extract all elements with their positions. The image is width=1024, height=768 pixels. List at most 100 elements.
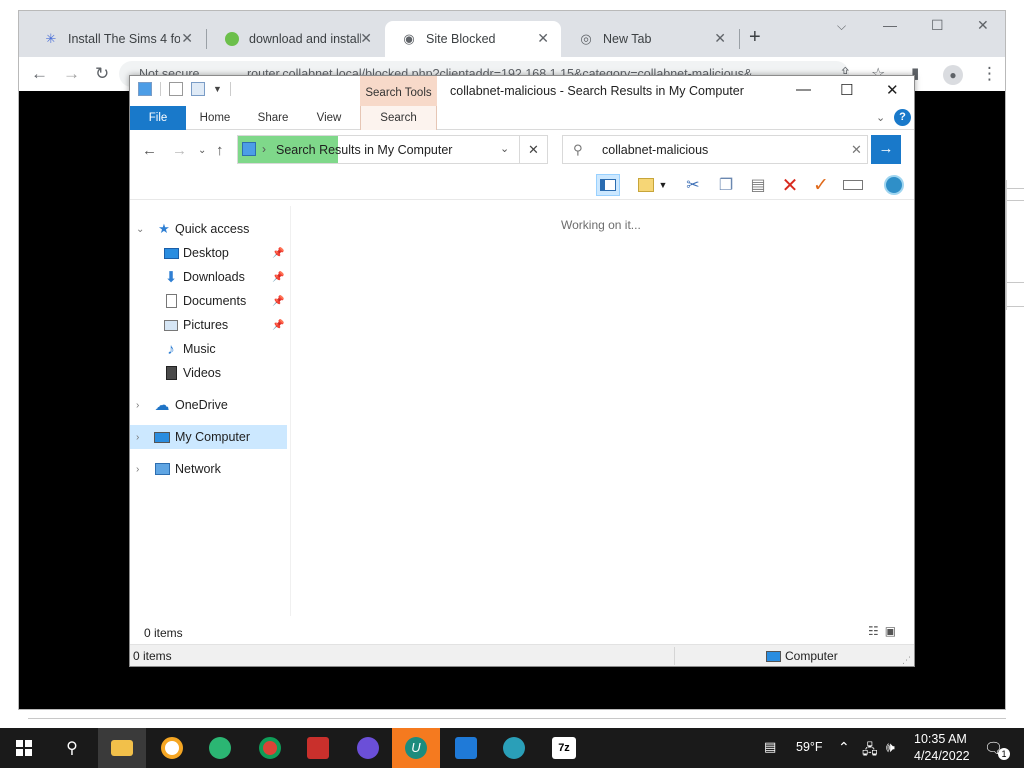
search-go-button[interactable]: → [871, 135, 901, 164]
nav-videos[interactable]: Videos [130, 361, 287, 385]
tab-search-icon[interactable]: ⌵ [837, 19, 846, 34]
rename-icon[interactable] [841, 174, 865, 196]
taskbar-defender[interactable] [442, 728, 490, 768]
network-tray-icon[interactable]: 🖧 [862, 739, 878, 763]
close-icon[interactable]: ✕ [360, 30, 372, 47]
nav-pictures[interactable]: Pictures 📌 [130, 313, 287, 337]
tab-download-install[interactable]: download and install ✕ [208, 21, 384, 57]
preview-pane-icon[interactable] [596, 174, 620, 196]
chevron-down-icon[interactable]: ▼ [656, 174, 670, 196]
chevron-right-icon[interactable]: › [136, 400, 139, 411]
tab-file[interactable]: File [130, 106, 186, 130]
resize-grip-icon[interactable]: ⋰ [902, 655, 911, 666]
clear-search-icon[interactable]: ✕ [851, 142, 862, 158]
chrome-icon: ◎ [580, 31, 592, 46]
tab-label: New Tab [603, 32, 652, 46]
new-tab-button[interactable]: + [749, 26, 761, 49]
up-arrow-icon[interactable]: ↑ [216, 142, 224, 159]
chevron-down-icon[interactable]: ⌄ [500, 142, 509, 155]
chevron-right-icon[interactable]: › [136, 432, 139, 443]
chrome-icon [259, 737, 281, 759]
close-icon[interactable]: ✕ [537, 30, 549, 47]
delete-icon[interactable]: ✕ [778, 174, 802, 197]
close-window-button[interactable]: ✕ [886, 81, 899, 99]
properties-icon[interactable] [169, 82, 183, 96]
address-row: ← → ⌄ ↑ › Search Results in My Computer … [130, 131, 914, 169]
help-icon[interactable]: ? [894, 109, 911, 126]
nav-desktop[interactable]: Desktop 📌 [130, 241, 287, 265]
minimize-button[interactable]: — [883, 17, 897, 33]
taskbar-brave[interactable] [148, 728, 196, 768]
taskbar-edge[interactable] [196, 728, 244, 768]
menu-dots-icon[interactable]: ⋮ [981, 64, 998, 84]
taskbar-app-u[interactable]: U [392, 728, 440, 768]
download-arrow-icon: ⬇ [164, 269, 178, 286]
customize-dropdown-icon[interactable]: ▼ [213, 84, 222, 94]
search-icon[interactable]: ⚲ [48, 728, 96, 768]
taskbar-7zip[interactable]: 7z [540, 728, 588, 768]
forward-arrow-icon[interactable]: → [172, 142, 187, 159]
expand-ribbon-icon[interactable]: ⌄ [876, 111, 885, 124]
start-button[interactable] [0, 728, 48, 768]
profile-avatar-icon[interactable]: ● [943, 64, 963, 85]
recent-locations-icon[interactable]: ⌄ [198, 145, 206, 156]
close-icon[interactable]: ✕ [181, 30, 193, 47]
tab-search[interactable]: Search [360, 106, 437, 130]
new-folder-icon[interactable] [191, 82, 205, 96]
nav-documents[interactable]: Documents 📌 [130, 289, 287, 313]
pin-icon[interactable]: 📌 [272, 320, 284, 331]
taskbar-file-explorer[interactable] [98, 728, 146, 768]
globe-shell-icon[interactable] [882, 174, 906, 196]
details-view-icon[interactable]: ☷ [868, 624, 879, 638]
paste-icon[interactable]: ▤ [746, 174, 770, 196]
taskbar-chrome[interactable] [246, 728, 294, 768]
clock-date[interactable]: 4/24/2022 [914, 749, 970, 763]
pin-icon[interactable]: 📌 [272, 248, 284, 259]
search-input[interactable]: ⚲ collabnet-malicious ✕ [562, 135, 868, 164]
reload-icon[interactable]: ↻ [95, 64, 109, 84]
chevron-right-icon[interactable]: › [136, 464, 139, 475]
back-arrow-icon[interactable]: ← [31, 64, 48, 84]
tab-new-tab[interactable]: ◎ New Tab ✕ [562, 21, 738, 57]
nav-downloads[interactable]: ⬇ Downloads 📌 [130, 265, 287, 289]
nav-my-computer[interactable]: › My Computer [130, 425, 287, 449]
close-window-button[interactable]: ✕ [977, 17, 989, 34]
chevron-up-icon[interactable]: ⌃ [838, 739, 850, 756]
properties-note-icon[interactable] [634, 174, 658, 196]
tab-view[interactable]: View [304, 106, 354, 130]
tab-site-blocked[interactable]: ◉ Site Blocked ✕ [385, 21, 561, 57]
tab-home[interactable]: Home [190, 106, 240, 130]
forward-arrow-icon[interactable]: → [63, 64, 80, 84]
checkmark-icon[interactable]: ✓ [809, 174, 833, 196]
cut-icon[interactable]: ✂ [681, 174, 705, 196]
address-box[interactable]: › Search Results in My Computer ⌄ [237, 135, 548, 164]
folder-app-icon [138, 82, 152, 96]
tab-install-sims[interactable]: ✳ Install The Sims 4 for ✕ [27, 21, 205, 57]
clock-time[interactable]: 10:35 AM [914, 732, 967, 746]
nav-onedrive[interactable]: › ☁ OneDrive [130, 393, 287, 417]
pane-divider[interactable] [290, 206, 291, 616]
pin-icon[interactable]: 📌 [272, 272, 284, 283]
nav-network[interactable]: › Network [130, 457, 287, 481]
maximize-button[interactable]: ☐ [931, 17, 944, 34]
weather-icon[interactable]: ▤ [764, 739, 776, 755]
chevron-down-icon[interactable]: ⌄ [136, 224, 144, 235]
chevron-right-icon[interactable]: › [262, 142, 266, 156]
copy-icon[interactable]: ❐ [714, 174, 738, 196]
taskbar-app-shield[interactable] [490, 728, 538, 768]
minimize-button[interactable]: — [796, 81, 811, 98]
nav-music[interactable]: ♪ Music [130, 337, 287, 361]
pin-icon[interactable]: 📌 [272, 296, 284, 307]
maximize-button[interactable]: ☐ [840, 81, 853, 99]
taskbar-app-red[interactable] [294, 728, 342, 768]
close-icon[interactable]: ✕ [714, 30, 726, 47]
stop-search-button[interactable]: ✕ [519, 135, 548, 164]
nav-quick-access[interactable]: ⌄ ★ Quick access [130, 217, 287, 241]
weather-temp[interactable]: 59°F [796, 740, 823, 754]
computer-icon [766, 650, 781, 662]
back-arrow-icon[interactable]: ← [142, 142, 157, 159]
large-icons-view-icon[interactable]: ▣ [885, 624, 896, 638]
taskbar-app-purple[interactable] [344, 728, 392, 768]
tab-share[interactable]: Share [248, 106, 298, 130]
volume-icon[interactable]: 🕪 [886, 739, 895, 756]
